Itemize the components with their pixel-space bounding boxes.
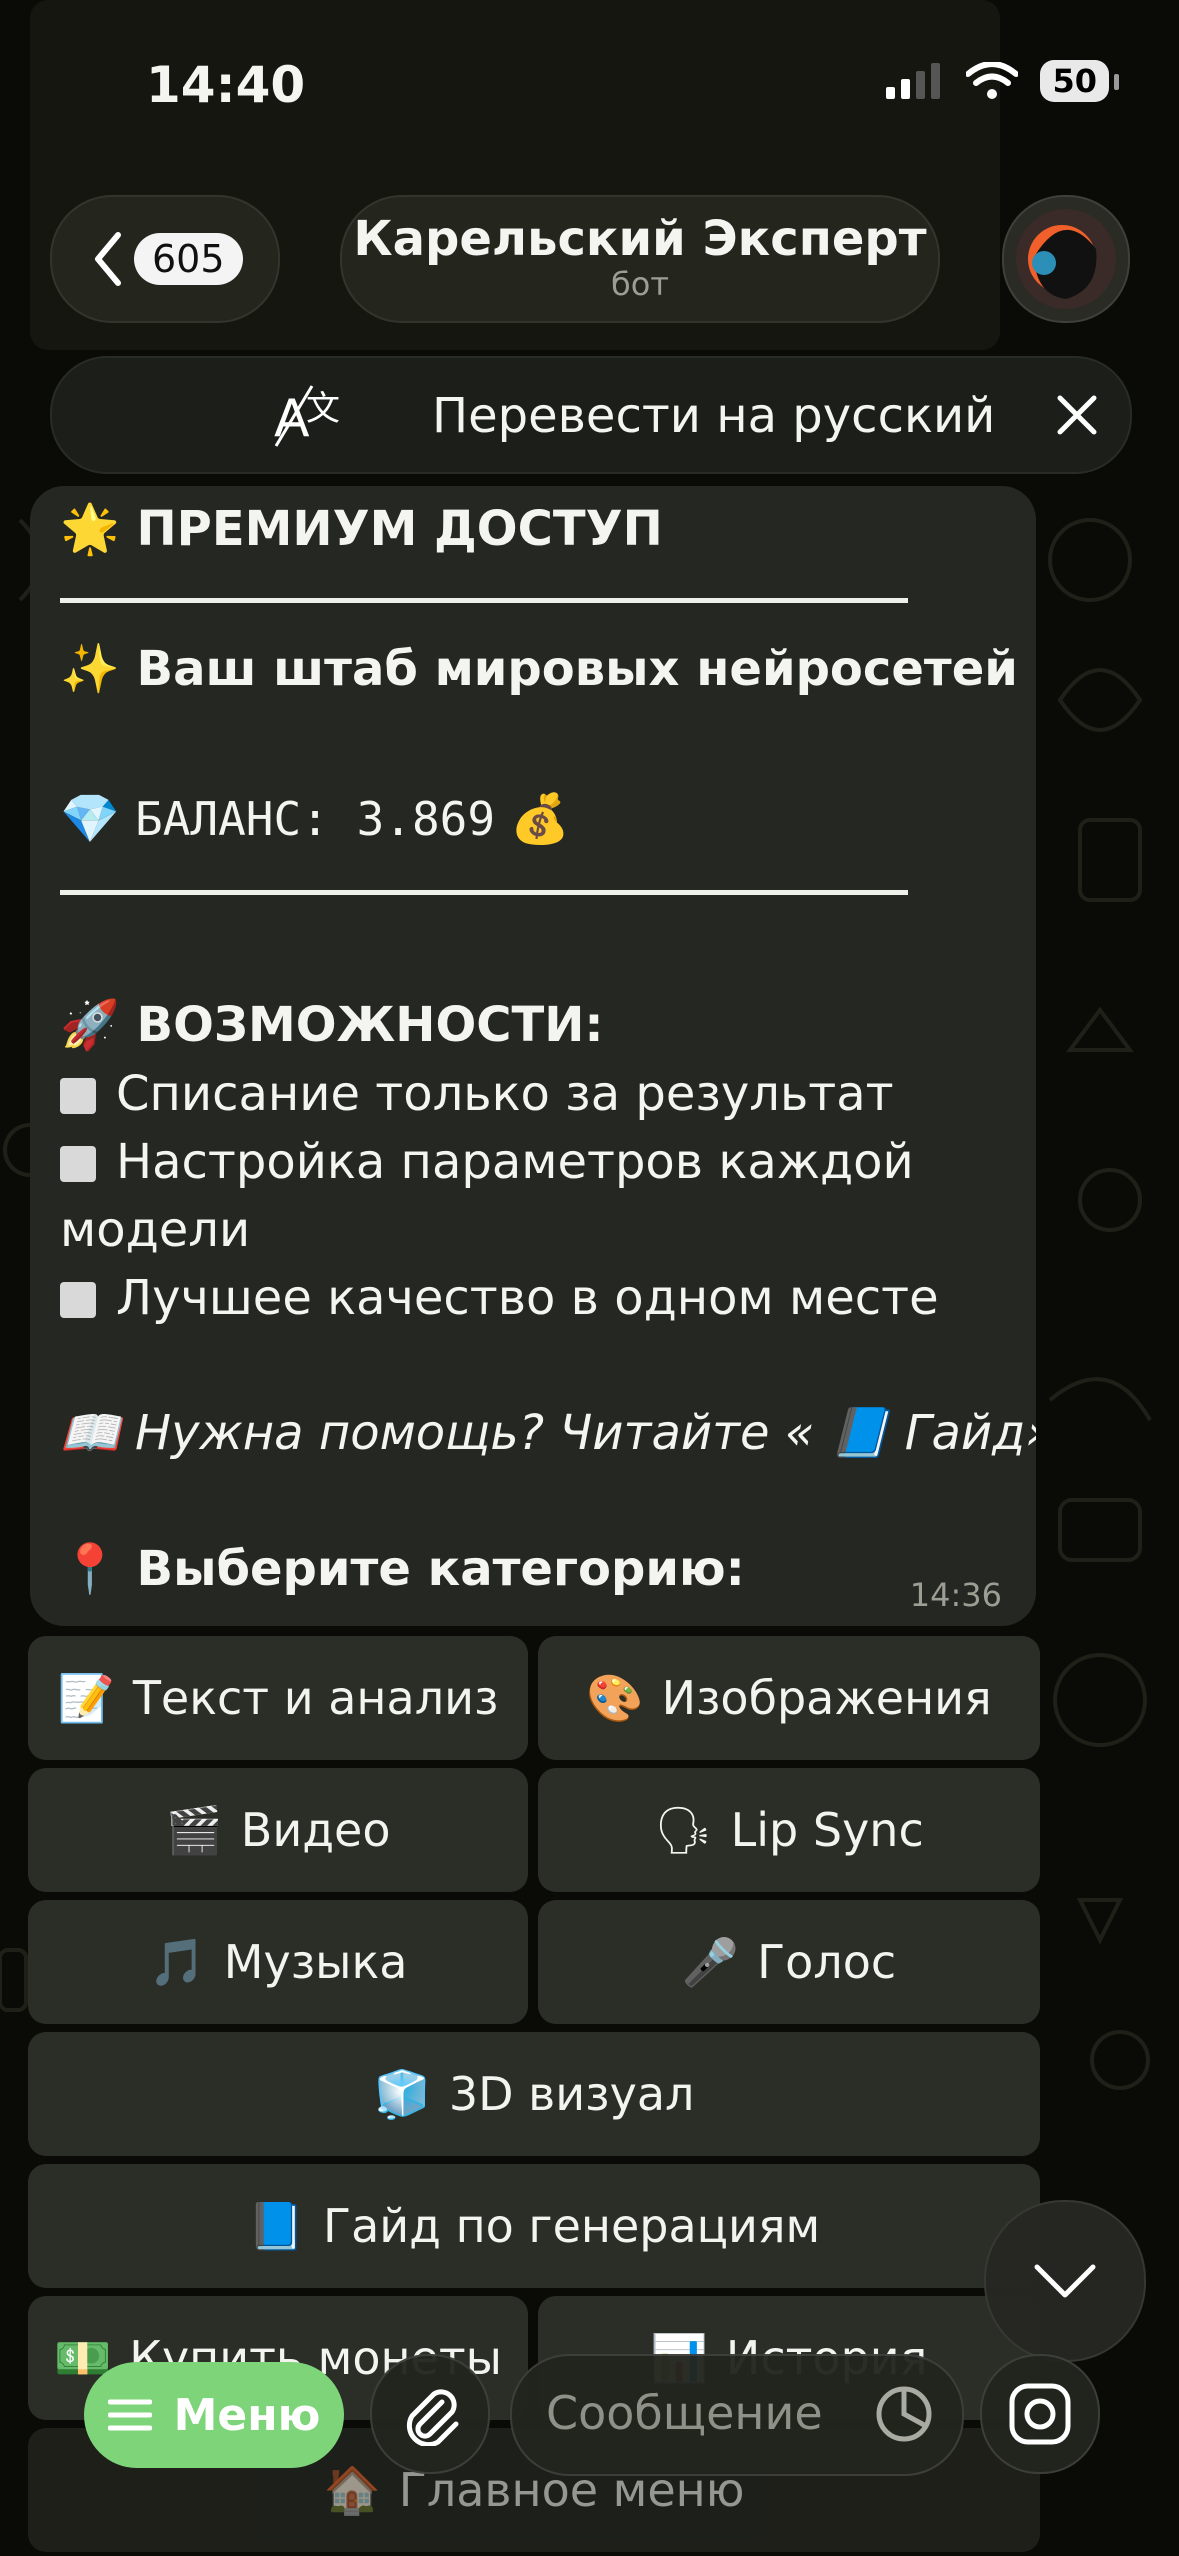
palette-emoji: 🎨 — [586, 1670, 644, 1725]
images-button[interactable]: 🎨 Изображения — [538, 1636, 1040, 1760]
paperclip-icon — [406, 2389, 459, 2446]
translate-label: Перевести на русский — [432, 388, 996, 444]
feature-item-continued: модели — [60, 1202, 251, 1258]
choose-text: Выберите категорию: — [136, 1541, 745, 1597]
sticker-icon[interactable] — [874, 2384, 934, 2444]
premium-heading: 🌟 ПРЕМИУМ ДОСТУП — [60, 500, 663, 557]
svg-text:文: 文 — [306, 389, 340, 429]
clapper-emoji: 🎬 — [165, 1802, 223, 1857]
choose-category: 📍 Выберите категорию: — [60, 1540, 745, 1597]
divider — [60, 598, 908, 603]
blue-book-emoji: 📘 — [247, 2198, 306, 2253]
battery-indicator: 50 — [1040, 60, 1119, 102]
book-emoji: 📖 — [60, 1405, 120, 1461]
pin-emoji: 📍 — [60, 1541, 120, 1597]
chat-title[interactable]: Карельский Эксперт бот — [340, 195, 940, 323]
attach-button[interactable] — [370, 2354, 490, 2474]
balance-line: 💎 БАЛАНС: 3.869 💰 — [60, 790, 570, 847]
speaking-head-emoji: 🗣 — [654, 1802, 713, 1857]
chat-name: Карельский Эксперт — [353, 211, 927, 267]
avatar-image — [1016, 209, 1116, 309]
menu-label: Меню — [173, 2389, 321, 2441]
back-chevron-icon — [95, 232, 121, 286]
house-emoji: 🏠 — [323, 2462, 381, 2517]
camera-button[interactable] — [980, 2354, 1100, 2474]
feature-item: Настройка параметров каждой — [46, 1134, 914, 1190]
status-icons: 50 — [884, 60, 1119, 102]
rocket-emoji: 🚀 — [60, 997, 120, 1053]
status-time: 14:40 — [146, 56, 306, 114]
music-note-emoji: 🎵 — [148, 1934, 206, 1989]
guide-button[interactable]: 📘 Гайд по генерациям — [28, 2164, 1040, 2288]
blue-book-emoji: 📘 — [829, 1405, 890, 1461]
unread-count-badge: 605 — [134, 233, 243, 285]
message-bubble: 🌟 ПРЕМИУМ ДОСТУП ✨ Ваш штаб мировых нейр… — [30, 486, 1036, 1626]
translate-icon: A 文 — [274, 385, 340, 449]
avatar[interactable] — [1002, 195, 1130, 323]
message-time: 14:36 — [909, 1576, 1002, 1614]
music-button[interactable]: 🎵 Музыка — [28, 1900, 528, 2024]
text-analysis-button[interactable]: 📝 Текст и анализ — [28, 1636, 528, 1760]
gem-emoji: 💎 — [60, 791, 120, 847]
checkbox-icon — [60, 1282, 96, 1318]
microphone-emoji: 🎤 — [681, 1934, 740, 1989]
voice-button[interactable]: 🎤 Голос — [538, 1900, 1040, 2024]
feature-item: Лучшее качество в одном месте — [46, 1270, 939, 1326]
divider — [60, 890, 908, 895]
video-button[interactable]: 🎬 Видео — [28, 1768, 528, 1892]
back-button[interactable]: 605 — [50, 195, 280, 323]
balance-text: БАЛАНС: 3.869 — [135, 792, 496, 846]
memo-emoji: 📝 — [57, 1670, 115, 1725]
hamburger-icon — [107, 2399, 152, 2431]
message-input[interactable] — [544, 2382, 868, 2444]
ice-cube-emoji: 🧊 — [373, 2066, 431, 2121]
scroll-down-button[interactable] — [984, 2200, 1146, 2362]
message-input-container[interactable] — [510, 2354, 964, 2476]
features-title: 🚀 ВОЗМОЖНОСТИ: — [60, 996, 604, 1053]
headline-text: Ваш штаб мировых нейросетей — [136, 641, 1018, 697]
visual-3d-button[interactable]: 🧊 3D визуал — [28, 2032, 1040, 2156]
signal-icon — [886, 63, 941, 99]
checkbox-icon — [60, 1078, 96, 1114]
checkbox-icon — [60, 1146, 96, 1182]
premium-text: ПРЕМИУМ ДОСТУП — [136, 501, 663, 557]
headline: ✨ Ваш штаб мировых нейросетей — [60, 640, 1018, 697]
chevron-down-icon — [1034, 2264, 1096, 2298]
lipsync-button[interactable]: 🗣 Lip Sync — [538, 1768, 1040, 1892]
help-line[interactable]: 📖 Нужна помощь? Читайте « 📘 Гайд» — [60, 1404, 1036, 1461]
close-icon[interactable] — [1050, 388, 1104, 442]
money-bag-emoji: 💰 — [510, 791, 571, 847]
chat-subtitle: бот — [611, 265, 669, 303]
camera-icon — [1009, 2383, 1071, 2445]
translate-bar[interactable]: A 文 Перевести на русский — [50, 356, 1132, 474]
feature-item: Списание только за результат — [46, 1066, 894, 1122]
features-title-text: ВОЗМОЖНОСТИ: — [136, 997, 604, 1053]
star-emoji: 🌟 — [60, 501, 120, 557]
help-link[interactable]: Гайд» — [905, 1405, 1036, 1461]
sparkles-emoji: ✨ — [60, 641, 120, 697]
help-text: Нужна помощь? Читайте « — [135, 1405, 815, 1461]
menu-button[interactable]: Меню — [84, 2362, 344, 2468]
wifi-icon — [966, 62, 1019, 99]
